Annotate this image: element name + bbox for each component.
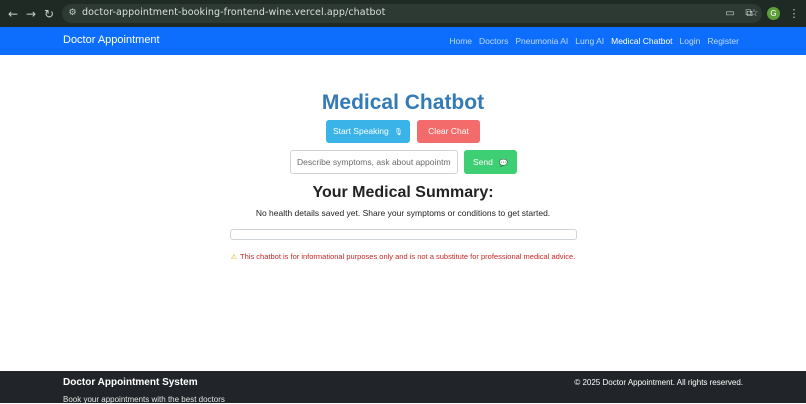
nav-links: Home Doctors Pneumonia AI Lung AI Medica… (449, 36, 739, 46)
url-text[interactable]: doctor-appointment-booking-frontend-wine… (82, 7, 385, 18)
navbar-brand[interactable]: Doctor Appointment (63, 34, 160, 46)
warning-icon: ⚠ (230, 253, 238, 261)
chat-icon: 💬 (499, 159, 508, 167)
footer-copyright: © 2025 Doctor Appointment. All rights re… (574, 378, 743, 387)
send-button[interactable]: Send 💬 (464, 150, 517, 174)
page-title: Medical Chatbot (321, 91, 485, 114)
app-navbar: Doctor Appointment Home Doctors Pneumoni… (0, 27, 806, 55)
browser-toolbar: ← → ↻ ⚙ doctor-appointment-booking-front… (0, 0, 806, 27)
nav-link-lung-ai[interactable]: Lung AI (575, 36, 604, 46)
nav-link-home[interactable]: Home (449, 36, 472, 46)
clear-chat-button[interactable]: Clear Chat (417, 120, 480, 143)
summary-heading: Your Medical Summary: (312, 184, 494, 201)
chat-messages-box[interactable] (230, 229, 577, 240)
nav-link-register[interactable]: Register (707, 36, 739, 46)
summary-text: No health details saved yet. Share your … (255, 208, 551, 218)
footer: Doctor Appointment System Book your appo… (0, 371, 806, 404)
menu-icon[interactable]: ⋮ (788, 7, 800, 20)
profile-avatar[interactable]: G (767, 7, 780, 20)
footer-brand: Doctor Appointment System (63, 377, 198, 388)
address-bar[interactable]: ⚙ doctor-appointment-booking-frontend-wi… (62, 4, 762, 23)
nav-link-medical-chatbot[interactable]: Medical Chatbot (611, 36, 672, 46)
extensions-icon[interactable]: ⧉ (741, 6, 757, 22)
nav-link-doctors[interactable]: Doctors (479, 36, 508, 46)
start-speaking-button[interactable]: Start Speaking 🎙 (326, 120, 410, 143)
disclaimer-text: This chatbot is for informational purpos… (240, 252, 576, 261)
forward-icon[interactable]: → (22, 5, 40, 23)
reload-icon[interactable]: ↻ (40, 5, 58, 23)
start-speaking-label: Start Speaking (332, 126, 389, 136)
chat-message-input[interactable] (290, 150, 458, 174)
back-icon[interactable]: ← (4, 5, 22, 23)
send-label: Send (473, 157, 493, 167)
disclaimer: ⚠ This chatbot is for informational purpo… (0, 252, 806, 261)
nav-link-pneumonia-ai[interactable]: Pneumonia AI (515, 36, 568, 46)
microphone-icon: 🎙 (394, 128, 404, 136)
site-settings-icon[interactable]: ⚙ (67, 8, 78, 19)
nav-link-login[interactable]: Login (680, 36, 701, 46)
